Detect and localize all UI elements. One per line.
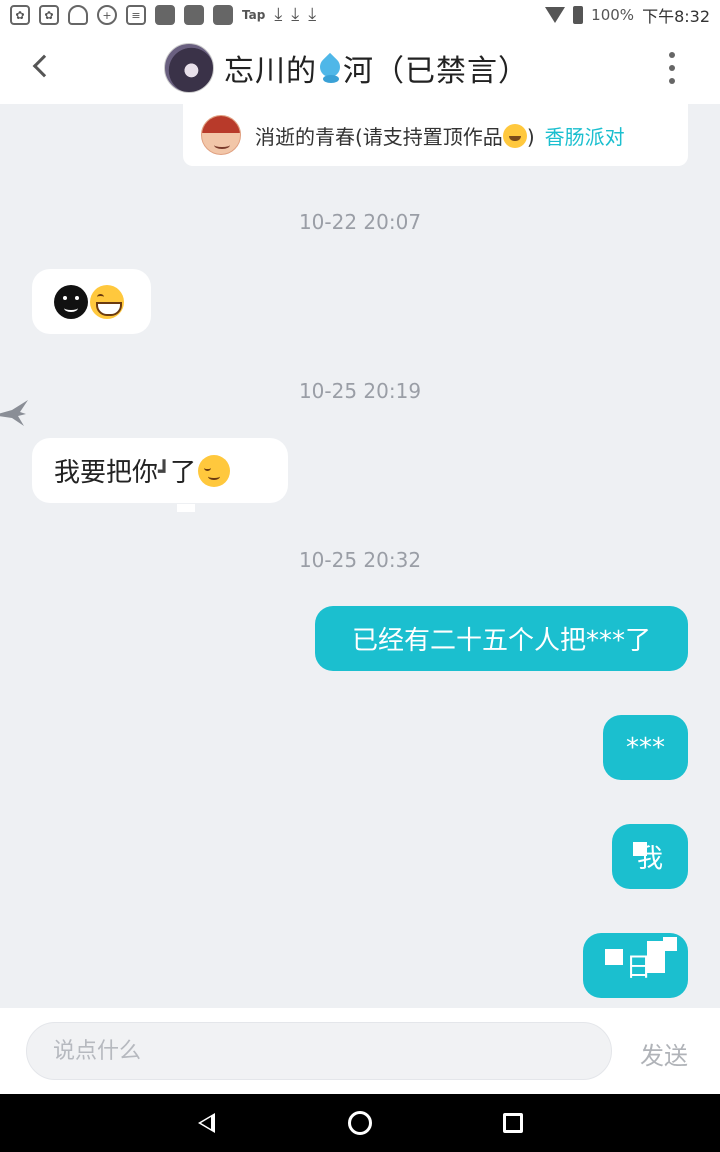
incoming-message[interactable]: 我要把你 ┛ 了 bbox=[32, 438, 288, 503]
avatar bbox=[201, 115, 241, 155]
message-text: *** bbox=[626, 732, 665, 763]
pinned-text-main: 消逝的青春(请支持置顶作品 bbox=[255, 124, 503, 149]
system-nav-bar bbox=[0, 1094, 720, 1152]
pinned-banner[interactable]: 消逝的青春(请支持置顶作品) 香肠派对 bbox=[183, 104, 688, 166]
message-text-glitched: 日 bbox=[605, 937, 678, 984]
water-drop-icon bbox=[317, 55, 343, 85]
back-button[interactable] bbox=[22, 48, 58, 84]
timestamp: 10-25 20:32 bbox=[298, 548, 422, 572]
dot-icon bbox=[669, 78, 675, 84]
title-part-1: 忘川的 bbox=[224, 54, 317, 89]
download-icon: ⤓ bbox=[291, 4, 300, 25]
nav-back-icon[interactable] bbox=[198, 1113, 215, 1133]
pinned-text-end: ) bbox=[526, 124, 535, 149]
status-bar: ✿ ✿ + ≡ Tap ⤓ ⤓ ⤓ 100% 下午8:32 bbox=[0, 0, 720, 30]
message-composer: 发送 bbox=[0, 1008, 720, 1094]
send-button[interactable]: 发送 bbox=[640, 1036, 688, 1071]
glitch-block bbox=[647, 959, 666, 973]
dot-icon bbox=[669, 65, 675, 71]
chevron-left-icon bbox=[32, 54, 56, 78]
cloud-icon bbox=[68, 5, 88, 25]
glitch-artifact bbox=[177, 504, 195, 512]
app-icon bbox=[184, 5, 204, 25]
wifi-icon bbox=[545, 7, 566, 23]
title-part-2: 河（已禁言） bbox=[343, 54, 529, 89]
grin-emoji-icon bbox=[90, 284, 124, 319]
app-icon bbox=[213, 5, 233, 25]
download-icon: ⤓ bbox=[308, 4, 317, 25]
smile-emoji-icon bbox=[502, 123, 527, 148]
document-icon: ≡ bbox=[126, 5, 146, 25]
download-icon: ⤓ bbox=[274, 4, 283, 25]
message-text: 我要把你 bbox=[54, 458, 159, 488]
message-text-after: 了 bbox=[170, 458, 197, 488]
nav-home-icon[interactable] bbox=[348, 1111, 372, 1135]
outgoing-message[interactable]: *** bbox=[603, 715, 688, 780]
tap-app-icon: Tap bbox=[242, 8, 266, 22]
smirk-emoji-icon bbox=[198, 454, 231, 487]
pinned-link[interactable]: 香肠派对 bbox=[545, 121, 625, 150]
glitch-block bbox=[663, 937, 678, 951]
outgoing-message[interactable]: 我 bbox=[612, 824, 688, 889]
glitch-block bbox=[605, 949, 624, 965]
outgoing-message[interactable]: 日 bbox=[583, 933, 688, 998]
image-icon bbox=[155, 5, 175, 25]
chat-header: 忘川的 河（已禁言） bbox=[0, 30, 720, 104]
outgoing-message[interactable]: 已经有二十五个人把***了 bbox=[315, 606, 688, 671]
dot-icon bbox=[669, 52, 675, 58]
timestamp: 10-22 20:07 bbox=[298, 210, 422, 234]
paw-icon: ✿ bbox=[39, 5, 59, 25]
pinned-text: 消逝的青春(请支持置顶作品) bbox=[255, 121, 535, 150]
message-text: 已经有二十五个人把***了 bbox=[351, 626, 651, 656]
black-smiley-emoji-icon bbox=[54, 284, 88, 319]
message-input[interactable] bbox=[26, 1022, 612, 1080]
incoming-message[interactable] bbox=[32, 269, 151, 334]
message-text-glitched: 我 bbox=[632, 838, 663, 875]
battery-icon bbox=[573, 6, 584, 24]
status-time: 下午8:32 bbox=[642, 7, 710, 26]
paw-icon: ✿ bbox=[10, 5, 30, 25]
battery-percent: 100% bbox=[591, 6, 635, 24]
message-glitch-char: ┛ bbox=[158, 458, 171, 483]
nav-recents-icon[interactable] bbox=[503, 1113, 523, 1133]
more-options-button[interactable] bbox=[660, 52, 684, 84]
swallow-icon bbox=[0, 400, 28, 426]
timestamp: 10-25 20:19 bbox=[298, 379, 422, 403]
chat-area[interactable]: 消逝的青春(请支持置顶作品) 香肠派对 10-22 20:07 10-25 20… bbox=[0, 104, 720, 1008]
plus-circle-icon: + bbox=[97, 5, 117, 25]
avatar[interactable] bbox=[164, 43, 214, 93]
glitch-block bbox=[632, 842, 647, 856]
page-title: 忘川的 河（已禁言） bbox=[224, 46, 529, 90]
chat-title-group[interactable]: 忘川的 河（已禁言） bbox=[164, 42, 529, 94]
